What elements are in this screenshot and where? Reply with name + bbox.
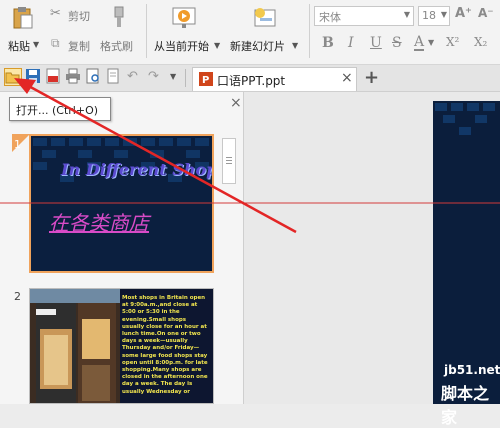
tab-document[interactable]: P 口语PPT.ppt × bbox=[192, 67, 357, 91]
copy-icon: ⧉ bbox=[51, 36, 60, 50]
paste-label: 粘贴 bbox=[8, 40, 30, 53]
underline-button[interactable]: U bbox=[370, 35, 382, 51]
strikethrough-button[interactable]: S bbox=[392, 35, 402, 51]
scissors-icon: ✂ bbox=[50, 6, 61, 21]
new-slide-button[interactable]: 新建幻灯片 ▼ bbox=[228, 4, 302, 60]
slideshow-play-icon bbox=[172, 7, 196, 28]
new-slide-label: 新建幻灯片 bbox=[230, 40, 285, 53]
copy-button[interactable]: ⧉ 复制 bbox=[50, 36, 98, 54]
ribbon-divider bbox=[146, 4, 147, 58]
document-name: 口语PPT.ppt bbox=[217, 74, 286, 88]
slides-scrollbar-thumb[interactable] bbox=[222, 138, 236, 184]
chevron-down-icon: ▼ bbox=[428, 38, 435, 47]
document-icon[interactable] bbox=[105, 68, 123, 86]
slide-2-body: Most shops in Britain open at 9:00a.m.,a… bbox=[122, 295, 208, 395]
clipboard-icon bbox=[13, 7, 33, 29]
svg-text:P: P bbox=[202, 75, 209, 86]
format-painter-button[interactable]: 格式刷 bbox=[100, 38, 133, 54]
paste-button[interactable]: 粘贴 ▼ bbox=[4, 4, 44, 60]
font-size-value: 18 bbox=[422, 9, 436, 22]
open-folder-icon[interactable] bbox=[4, 68, 22, 86]
close-tab-button[interactable]: × bbox=[341, 70, 353, 86]
shrink-font-button[interactable]: A⁻ bbox=[478, 6, 494, 20]
toolbar-divider bbox=[185, 69, 186, 87]
chevron-down-icon: ▼ bbox=[214, 41, 221, 50]
slide-1-background bbox=[31, 136, 212, 271]
print-preview-icon[interactable] bbox=[85, 68, 103, 86]
watermark-site: jb51.net bbox=[444, 363, 500, 377]
customize-toolbar-icon[interactable]: ▼ bbox=[170, 72, 176, 81]
new-slide-icon bbox=[254, 8, 276, 27]
grow-font-button[interactable]: A⁺ bbox=[455, 6, 472, 21]
print-icon[interactable] bbox=[65, 68, 83, 86]
ribbon-toolbar: 粘贴 ▼ ✂ 剪切 ⧉ 复制 格式刷 从当前开始 ▼ 新建幻灯片 ▼ 宋体 ▼ … bbox=[0, 0, 500, 65]
font-name-value: 宋体 bbox=[319, 11, 341, 24]
open-tooltip: 打开... (Ctrl+O) bbox=[9, 97, 111, 121]
close-panel-button[interactable]: × bbox=[230, 95, 242, 111]
bold-button[interactable]: B bbox=[322, 35, 334, 51]
chevron-down-icon: ▼ bbox=[440, 10, 447, 19]
export-pdf-icon[interactable] bbox=[45, 68, 63, 86]
slide-preview-canvas[interactable] bbox=[433, 101, 500, 404]
slide-number: 1 bbox=[14, 138, 21, 151]
chevron-down-icon: ▼ bbox=[33, 40, 40, 49]
slide-1-title-en: In Different Shops bbox=[61, 160, 214, 179]
play-from-current-button[interactable]: 从当前开始 ▼ bbox=[152, 4, 221, 60]
slide-thumbnail-1[interactable]: In Different Shops 在各类商店 bbox=[29, 134, 214, 273]
font-name-select[interactable]: 宋体 ▼ bbox=[314, 6, 414, 26]
add-tab-button[interactable]: + bbox=[364, 67, 379, 88]
ribbon-divider bbox=[309, 4, 310, 58]
cut-label: 剪切 bbox=[68, 10, 90, 23]
brush-icon bbox=[108, 6, 130, 30]
font-size-select[interactable]: 18 ▼ bbox=[418, 6, 450, 26]
italic-button[interactable]: I bbox=[348, 35, 354, 51]
subscript-button[interactable]: X₂ bbox=[474, 35, 487, 49]
slide-number: 2 bbox=[14, 290, 21, 303]
slide-1-title-cn: 在各类商店 bbox=[49, 211, 149, 235]
ppt-file-icon: P bbox=[199, 72, 213, 86]
slide-2-photo bbox=[30, 289, 120, 403]
slide-thumbnail-2[interactable]: Most shops in Britain open at 9:00a.m.,a… bbox=[29, 288, 214, 404]
save-icon[interactable] bbox=[25, 68, 43, 86]
font-color-button[interactable]: A bbox=[414, 35, 425, 51]
cut-button[interactable]: ✂ 剪切 bbox=[50, 6, 98, 24]
superscript-button[interactable]: X² bbox=[446, 35, 459, 49]
chevron-down-icon: ▼ bbox=[292, 41, 299, 50]
undo-icon[interactable]: ↶ bbox=[127, 69, 138, 84]
watermark-name: 脚本之家 bbox=[441, 384, 490, 427]
from-current-label: 从当前开始 bbox=[154, 40, 209, 53]
redo-icon[interactable]: ↷ bbox=[148, 69, 159, 84]
copy-label: 复制 bbox=[68, 40, 90, 53]
chevron-down-icon: ▼ bbox=[403, 10, 410, 19]
